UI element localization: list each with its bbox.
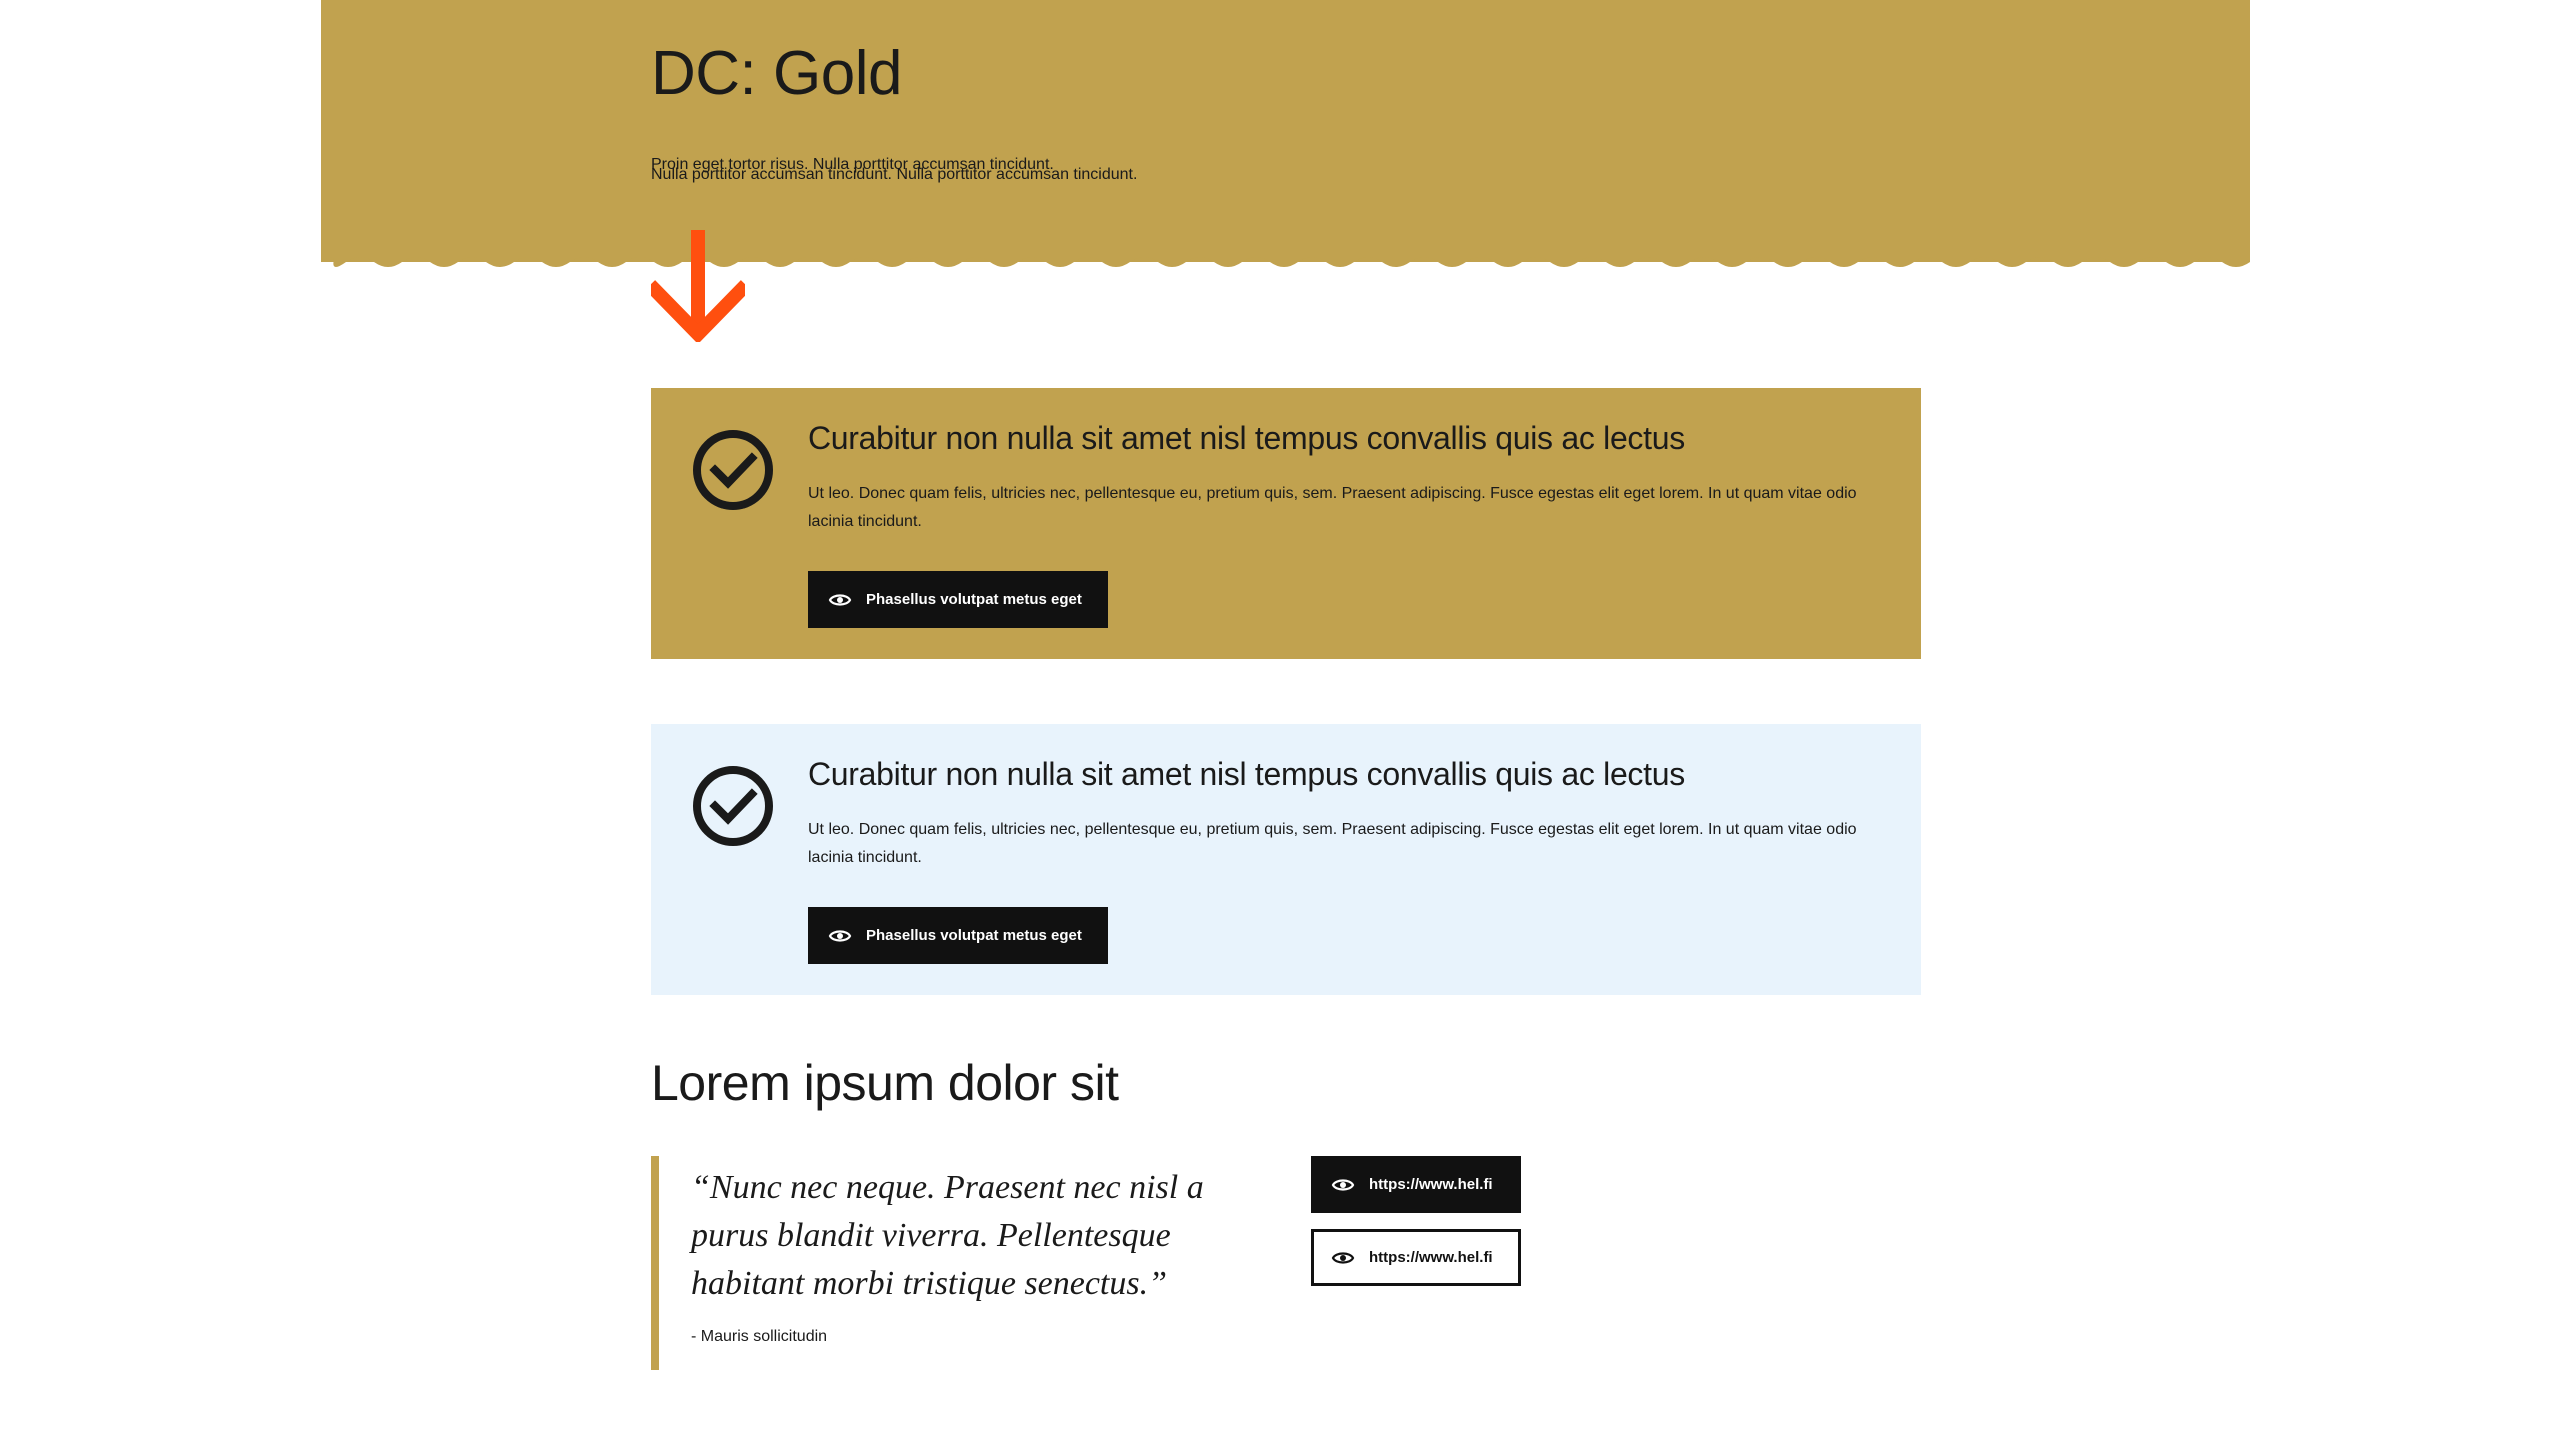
- eye-icon: [828, 929, 852, 942]
- notification-body: Ut leo. Donec quam felis, ultricies nec,…: [808, 821, 1857, 866]
- quote-block: “Nunc nec neque. Praesent nec nisl a pur…: [651, 1156, 1271, 1370]
- link-label: https://www.hel.fi: [1369, 1249, 1493, 1266]
- section-title: Lorem ipsum dolor sit: [651, 1055, 1119, 1111]
- notification-body: Ut leo. Donec quam felis, ultricies nec,…: [808, 485, 1857, 530]
- link-button-primary[interactable]: https://www.hel.fi: [1311, 1156, 1521, 1213]
- link-label: https://www.hel.fi: [1369, 1176, 1493, 1193]
- button-label: Phasellus volutpat metus eget: [866, 591, 1082, 608]
- quote-author: - Mauris sollicitudin: [691, 1328, 828, 1345]
- notification-title: Curabitur non nulla sit amet nisl tempus…: [808, 420, 1685, 456]
- notification-title: Curabitur non nulla sit amet nisl tempus…: [808, 756, 1685, 792]
- eye-icon: [1331, 1178, 1355, 1191]
- hero-content: DC: Gold Nulla porttitor accumsan tincid…: [651, 39, 1921, 184]
- notification-action-button[interactable]: Phasellus volutpat metus eget: [808, 907, 1108, 964]
- hero-paragraph: Proin eget tortor risus. Nulla porttitor…: [651, 156, 1054, 173]
- eye-icon: [1331, 1251, 1355, 1264]
- link-button-secondary[interactable]: https://www.hel.fi: [1311, 1229, 1521, 1286]
- wave-divider: [321, 248, 2250, 267]
- button-label: Phasellus volutpat metus eget: [866, 927, 1082, 944]
- eye-icon: [828, 593, 852, 606]
- page-title: DC: Gold: [651, 39, 902, 108]
- notification-gold: Curabitur non nulla sit amet nisl tempus…: [651, 388, 1921, 659]
- check-circle-icon: [693, 430, 773, 510]
- notification-action-button[interactable]: Phasellus volutpat metus eget: [808, 571, 1108, 628]
- arrow-down-icon: [651, 230, 745, 342]
- quote-text: “Nunc nec neque. Praesent nec nisl a pur…: [691, 1169, 1204, 1302]
- check-circle-icon: [693, 766, 773, 846]
- notification-info: Curabitur non nulla sit amet nisl tempus…: [651, 724, 1921, 995]
